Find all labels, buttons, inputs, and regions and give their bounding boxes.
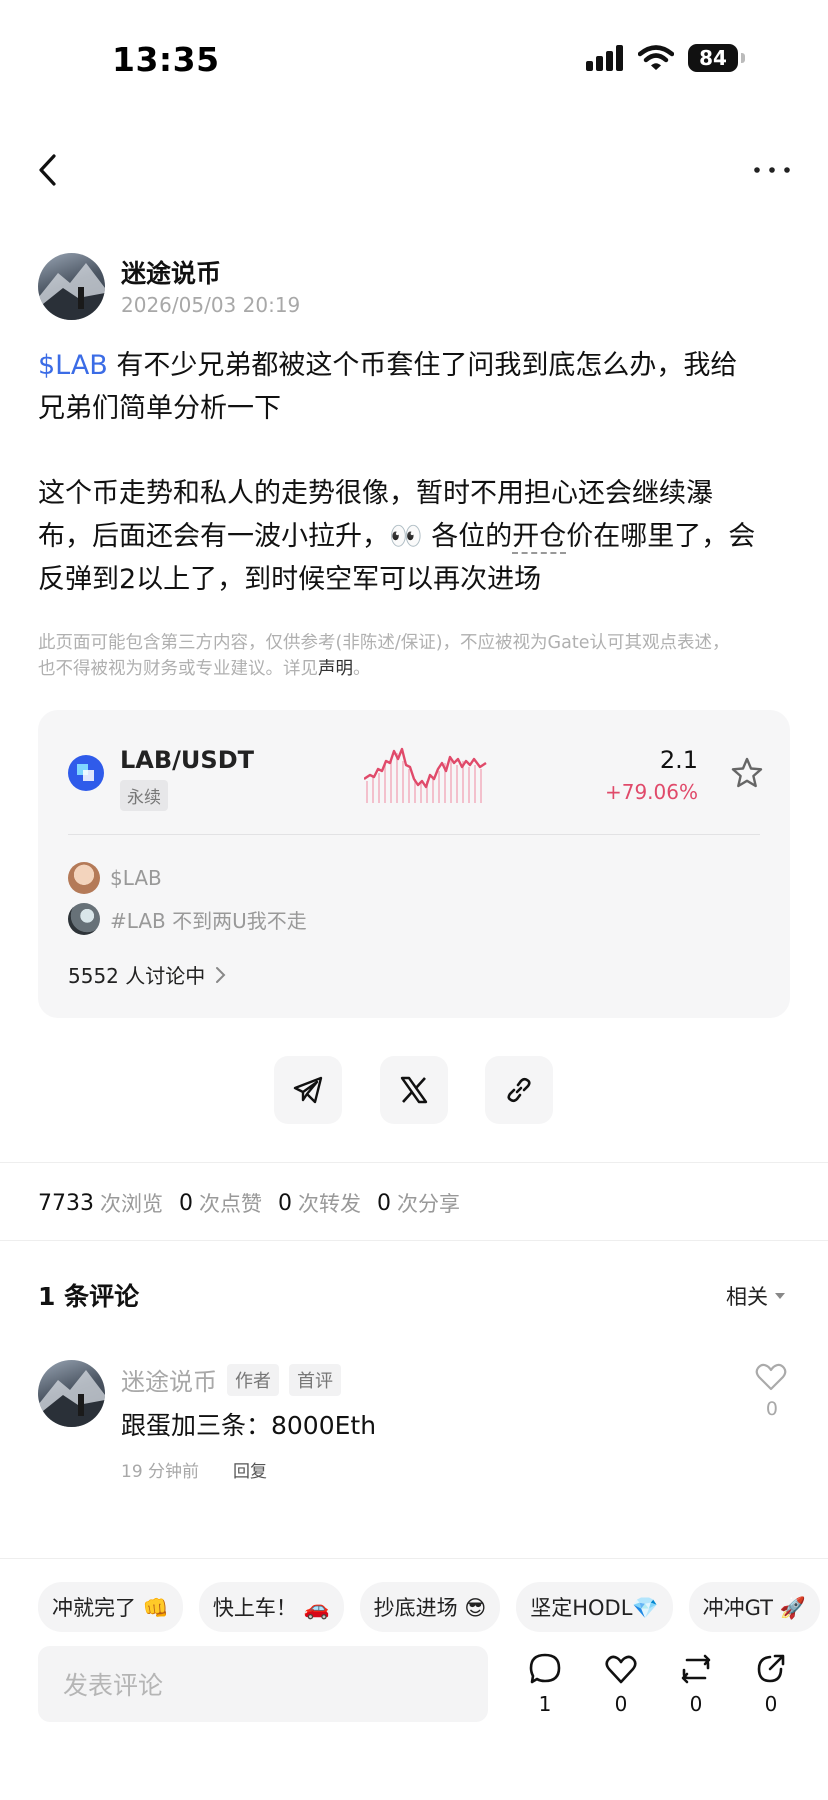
likes-count: 0 (179, 1190, 193, 1216)
repost-count: 0 (689, 1692, 703, 1716)
comment-time: 19 分钟前 (121, 1462, 200, 1482)
disclaimer-line: 此页面可能包含第三方内容，仅供参考(非陈述/保证)，不应被视为Gate认可其观点… (38, 633, 730, 653)
quick-reply-chip[interactable]: 冲就完了 👊 (38, 1582, 183, 1632)
comments-title: 1 条评论 (38, 1282, 140, 1311)
discussion-count: 5552 人讨论中 (68, 964, 206, 988)
card-divider (68, 834, 760, 835)
market-card[interactable]: LAB/USDT 永续 2.1 +79.06% $LAB #LAB 不到两U我不… (38, 710, 790, 1018)
disclaimer-punct: 。 (353, 659, 371, 679)
topic-avatar (68, 903, 100, 935)
post-text-line: 兄弟们简单分析一下 (38, 393, 281, 424)
last-price: 2.1 (659, 746, 698, 774)
quick-reply-chip[interactable]: 抄底进场 😎 (359, 1582, 501, 1632)
quick-reply-chip[interactable]: 快上车！ 🚗 (198, 1582, 344, 1632)
price-change: +79.06% (604, 780, 698, 804)
share-telegram-button[interactable] (274, 1056, 342, 1124)
author-name[interactable]: 迷途说币 (121, 254, 221, 290)
topic-item[interactable]: $LAB (68, 862, 162, 894)
chevron-right-icon (216, 966, 226, 983)
commenter-name[interactable]: 迷途说币 (121, 1362, 217, 1397)
likes-label: 次点赞 (199, 1192, 262, 1216)
telegram-icon (293, 1076, 323, 1104)
shares-count: 0 (377, 1190, 391, 1216)
author-avatar[interactable] (38, 253, 105, 320)
share-count: 0 (764, 1692, 778, 1716)
discussion-link[interactable]: 5552 人讨论中 (68, 960, 227, 989)
comment-like-icon[interactable] (754, 1362, 788, 1392)
sort-label: 相关 (726, 1285, 768, 1309)
sort-dropdown[interactable]: 相关 (726, 1281, 786, 1311)
post-text-line: 反弹到2以上了，到时候空军可以再次进场 (38, 564, 542, 595)
author-badge: 作者 (227, 1363, 279, 1396)
quick-reply-chip[interactable]: 冲冲GT 🚀 (688, 1582, 820, 1632)
quick-reply-chip[interactable]: 坚定HODL💎 (516, 1582, 673, 1632)
share-icon (757, 1654, 785, 1683)
battery-indicator: 84 (688, 44, 745, 72)
first-comment-badge: 首评 (289, 1363, 341, 1396)
comment-like-count: 0 (765, 1398, 778, 1420)
more-options-icon[interactable] (752, 160, 792, 180)
repost-action[interactable]: 0 (671, 1652, 721, 1716)
term-link[interactable]: 开仓 (512, 521, 567, 554)
back-icon[interactable] (34, 150, 64, 190)
quick-reply-chips: 冲就完了 👊 快上车！ 🚗 抄底进场 😎 坚定HODL💎 冲冲GT 🚀 (38, 1582, 820, 1632)
post-stats: 7733 次浏览 0 次点赞 0 次转发 0 次分享 (38, 1188, 460, 1218)
repost-icon (681, 1654, 711, 1684)
status-icons: 84 (586, 44, 745, 72)
coin-tag-link[interactable]: $LAB (38, 350, 108, 381)
caret-down-icon (775, 1293, 785, 1299)
token-logo-icon (68, 755, 104, 791)
topic-avatar (68, 862, 100, 894)
price-sparkline (364, 747, 487, 803)
like-count: 0 (614, 1692, 628, 1716)
post-text-line: 价在哪里了，会 (566, 521, 756, 552)
copy-link-button[interactable] (485, 1056, 553, 1124)
shares-label: 次分享 (397, 1192, 460, 1216)
comment-count: 1 (538, 1692, 552, 1716)
post-paragraph-1: $LAB 有不少兄弟都被这个币套住了问我到底怎么办，我给 兄弟们简单分析一下 (38, 344, 790, 430)
comment-avatar[interactable] (38, 1360, 105, 1427)
contract-type-badge: 永续 (120, 780, 168, 811)
wifi-icon (638, 45, 674, 70)
cellular-signal-icon (586, 45, 623, 71)
post-timestamp: 2026/05/03 20:19 (121, 293, 301, 317)
topic-item[interactable]: #LAB 不到两U我不走 (68, 903, 307, 935)
disclaimer-link[interactable]: 声明 (318, 659, 353, 679)
disclaimer: 此页面可能包含第三方内容，仅供参考(非陈述/保证)，不应被视为Gate认可其观点… (38, 630, 790, 682)
favorite-star-icon[interactable] (730, 756, 764, 790)
views-count: 7733 (38, 1190, 94, 1216)
post-text-line: 有不少兄弟都被这个币套住了问我到底怎么办，我给 (107, 350, 738, 381)
comment-bubble-icon (529, 1653, 561, 1684)
section-divider (0, 1240, 828, 1241)
views-label: 次浏览 (100, 1192, 163, 1216)
status-time: 13:35 (112, 40, 220, 79)
comment-input[interactable]: 发表评论 (38, 1646, 488, 1722)
comment-header: 迷途说币 作者 首评 (121, 1362, 341, 1397)
section-divider (0, 1558, 828, 1559)
share-action[interactable]: 0 (746, 1652, 796, 1716)
reposts-count: 0 (278, 1190, 292, 1216)
section-divider (0, 1162, 828, 1163)
topic-label: #LAB 不到两U我不走 (110, 908, 307, 933)
post-paragraph-2: 这个币走势和私人的走势很像，暂时不用担心还会继续瀑 布，后面还会有一波小拉升，👀… (38, 472, 790, 601)
share-x-button[interactable] (380, 1056, 448, 1124)
disclaimer-line: 也不得被视为财务或专业建议。详见 (38, 659, 318, 679)
like-action[interactable]: 0 (596, 1652, 646, 1716)
comment-action[interactable]: 1 (520, 1652, 570, 1716)
reply-button[interactable]: 回复 (233, 1457, 267, 1482)
post-text-line: 布，后面还会有一波小拉升，👀 各位的 (38, 521, 513, 552)
x-logo-icon (400, 1076, 428, 1104)
link-icon (507, 1077, 531, 1103)
comment-text: 跟蛋加三条：8000Eth (121, 1411, 377, 1440)
heart-icon (605, 1655, 637, 1684)
pair-name: LAB/USDT (120, 746, 254, 774)
reposts-label: 次转发 (298, 1192, 361, 1216)
post-text-line: 这个币走势和私人的走势很像，暂时不用担心还会继续瀑 (38, 478, 713, 509)
topic-label: $LAB (110, 866, 162, 890)
